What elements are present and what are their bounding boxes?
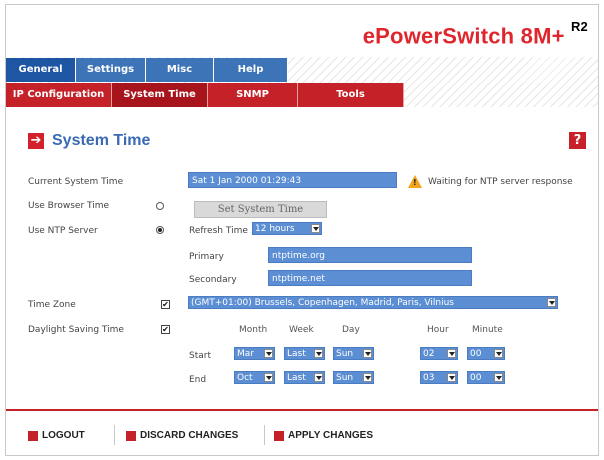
main-tab-bar: General Settings Misc Help: [6, 58, 288, 82]
footer-divider: [6, 409, 598, 411]
browser-time-radio[interactable]: [156, 202, 164, 210]
brand-logo: ePowerSwitch 8M+ R2: [362, 19, 588, 49]
set-system-time-button[interactable]: Set System Time: [194, 201, 327, 218]
refresh-time-select[interactable]: 12 hours: [252, 222, 322, 235]
apply-label: APPLY CHANGES: [288, 430, 374, 441]
dst-header-month: Month: [239, 325, 268, 335]
dst-start-week-value: Last: [287, 349, 306, 359]
dst-end-label: End: [189, 375, 207, 385]
ntp-server-label: Use NTP Server: [28, 226, 98, 236]
discard-changes-button[interactable]: DISCARD CHANGES: [126, 430, 238, 441]
apply-changes-button[interactable]: APPLY CHANGES: [274, 430, 373, 441]
current-time-display: Sat 1 Jan 2000 01:29:43: [188, 172, 397, 188]
tab-settings[interactable]: Settings: [76, 58, 146, 82]
dst-start-week-select[interactable]: Last: [284, 347, 325, 360]
chevron-down-icon: [494, 373, 503, 382]
brand-model: 8M+: [520, 23, 565, 49]
dst-end-hour-value: 03: [423, 373, 435, 383]
chevron-down-icon: [494, 349, 503, 358]
footer-separator: [264, 425, 265, 445]
refresh-time-label: Refresh Time: [189, 226, 248, 236]
logout-label: LOGOUT: [42, 430, 85, 441]
dst-start-month-select[interactable]: Mar: [234, 347, 275, 360]
brand-revision: R2: [570, 19, 588, 34]
logout-button[interactable]: LOGOUT: [28, 430, 85, 441]
help-icon[interactable]: ?: [569, 132, 586, 149]
dst-label: Daylight Saving Time: [28, 325, 124, 335]
subtab-ip-configuration[interactable]: IP Configuration: [6, 83, 112, 107]
refresh-time-value: 12 hours: [255, 224, 295, 234]
subtab-tools[interactable]: Tools: [298, 83, 404, 107]
warning-icon-mark: !: [413, 178, 417, 187]
primary-server-label: Primary: [189, 252, 224, 262]
chevron-down-icon: [264, 349, 273, 358]
primary-server-input[interactable]: ntptime.org: [268, 247, 472, 263]
dst-start-label: Start: [189, 351, 211, 361]
chevron-down-icon: [311, 224, 320, 233]
dst-start-minute-value: 00: [470, 349, 482, 359]
logout-icon: [28, 430, 38, 441]
dst-start-hour-select[interactable]: 02: [420, 347, 458, 360]
chevron-down-icon: [547, 298, 556, 307]
tab-general[interactable]: General: [6, 58, 76, 82]
tab-help[interactable]: Help: [214, 58, 288, 82]
brand-name-part1: ePower: [362, 23, 443, 49]
ntp-server-radio[interactable]: [156, 226, 164, 234]
dst-start-minute-select[interactable]: 00: [467, 347, 505, 360]
secondary-server-input[interactable]: ntptime.net: [268, 270, 472, 286]
dst-header-hour: Hour: [427, 325, 449, 335]
time-zone-label: Time Zone: [28, 300, 76, 310]
dst-end-day-value: Sun: [336, 373, 354, 383]
dst-end-month-select[interactable]: Oct: [234, 371, 275, 384]
chevron-down-icon: [363, 373, 372, 382]
time-zone-select[interactable]: (GMT+01:00) Brussels, Copenhagen, Madrid…: [188, 296, 558, 309]
sub-tab-bar: IP Configuration System Time SNMP Tools: [6, 83, 404, 107]
dst-end-week-select[interactable]: Last: [284, 371, 325, 384]
dst-header-day: Day: [342, 325, 360, 335]
sub-tab-bar-hatch: [404, 83, 598, 107]
dst-end-day-select[interactable]: Sun: [333, 371, 374, 384]
tab-misc[interactable]: Misc: [146, 58, 214, 82]
dst-end-minute-value: 00: [470, 373, 482, 383]
ntp-status-text: Waiting for NTP server response: [428, 177, 573, 187]
app-frame: ePowerSwitch 8M+ R2 General Settings Mis…: [5, 4, 599, 456]
dst-start-hour-value: 02: [423, 349, 435, 359]
chevron-down-icon: [314, 373, 323, 382]
browser-time-label: Use Browser Time: [28, 201, 110, 211]
time-zone-value: (GMT+01:00) Brussels, Copenhagen, Madrid…: [191, 298, 454, 308]
dst-start-day-value: Sun: [336, 349, 354, 359]
subtab-system-time[interactable]: System Time: [112, 83, 208, 107]
chevron-down-icon: [363, 349, 372, 358]
chevron-down-icon: [314, 349, 323, 358]
subtab-snmp[interactable]: SNMP: [208, 83, 298, 107]
secondary-server-label: Secondary: [189, 275, 237, 285]
chevron-down-icon: [447, 373, 456, 382]
dst-end-hour-select[interactable]: 03: [420, 371, 458, 384]
time-zone-checkbox[interactable]: ✔: [161, 300, 170, 309]
current-time-label: Current System Time: [28, 177, 124, 187]
chevron-down-icon: [264, 373, 273, 382]
dst-header-minute: Minute: [472, 325, 503, 335]
dst-end-week-value: Last: [287, 373, 306, 383]
arrow-right-icon: ➔: [28, 133, 44, 149]
page-title: System Time: [52, 132, 151, 149]
brand-name-part2: Switch: [442, 23, 515, 49]
dst-start-day-select[interactable]: Sun: [333, 347, 374, 360]
dst-end-minute-select[interactable]: 00: [467, 371, 505, 384]
dst-checkbox[interactable]: ✔: [161, 325, 170, 334]
footer-separator: [114, 425, 115, 445]
discard-label: DISCARD CHANGES: [140, 430, 239, 441]
dst-header-week: Week: [289, 325, 314, 335]
dst-start-month-value: Mar: [237, 349, 254, 359]
discard-icon: [126, 430, 136, 441]
save-icon: [274, 430, 284, 441]
dst-end-month-value: Oct: [237, 373, 253, 383]
chevron-down-icon: [447, 349, 456, 358]
